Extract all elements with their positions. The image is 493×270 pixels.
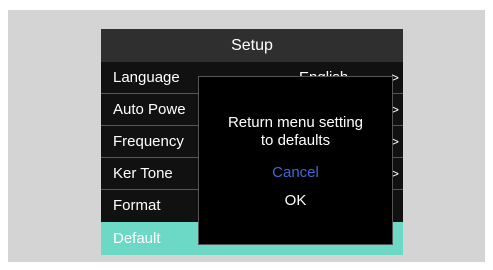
menu-item-label: Language: [113, 69, 180, 86]
menu-item-label: Auto Powe: [113, 101, 186, 118]
dialog-message-line1: Return menu setting: [227, 114, 364, 131]
dialog-message-line2: to defaults: [260, 132, 331, 149]
menu-item-label: Frequency: [113, 133, 184, 150]
menu-item-label: Format: [113, 197, 161, 214]
menu-item-label: Default: [113, 230, 161, 247]
menu-item-label: Ker Tone: [113, 165, 173, 182]
menu-title: Setup: [101, 29, 403, 62]
dialog-message: Return menu setting to defaults: [199, 114, 392, 150]
ok-button[interactable]: OK: [199, 192, 392, 209]
confirm-dialog: Return menu setting to defaults Cancel O…: [198, 76, 393, 245]
cancel-button[interactable]: Cancel: [199, 164, 392, 181]
